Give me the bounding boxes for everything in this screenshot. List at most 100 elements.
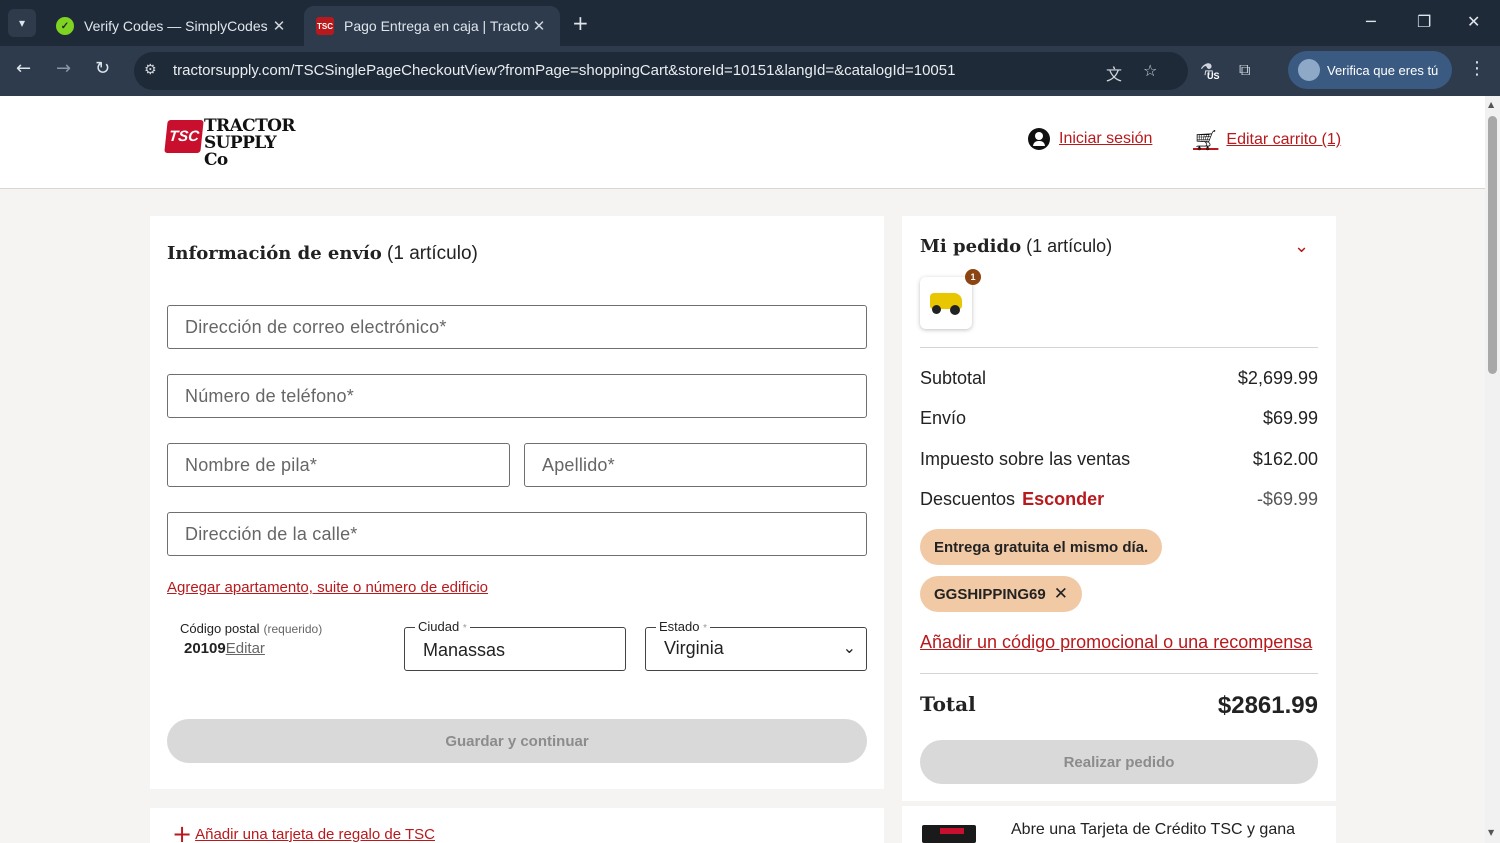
- street-address-input[interactable]: [168, 513, 866, 555]
- address-bar[interactable]: ⚙ tractorsupply.com/TSCSinglePageCheckou…: [134, 52, 1188, 90]
- total-value: $2861.99: [1217, 692, 1318, 719]
- tax-row: Impuesto sobre las ventas $162.00: [920, 449, 1318, 470]
- zip-code-value: 20109Editar: [184, 640, 265, 657]
- city-label: Ciudad *: [415, 619, 470, 634]
- new-tab-plus-icon[interactable]: +: [572, 11, 589, 35]
- edit-cart-link[interactable]: 🛒︎ Editar carrito (1): [1193, 128, 1341, 152]
- url-text: tractorsupply.com/TSCSinglePageCheckoutV…: [173, 62, 956, 79]
- gift-card-label: Añadir una tarjeta de regalo de TSC: [195, 826, 435, 843]
- state-value: Virginia: [664, 638, 724, 658]
- logo-wordmark: TRACTOR SUPPLY Co: [204, 118, 298, 169]
- plus-icon: +: [172, 820, 193, 843]
- tax-value: $162.00: [1252, 449, 1318, 469]
- add-gift-card-link[interactable]: + Añadir una tarjeta de regalo de TSC: [172, 820, 435, 843]
- puzzle-extensions-icon[interactable]: ⧉: [1239, 60, 1250, 80]
- email-field: [167, 305, 867, 349]
- state-select[interactable]: Estado * Virginia ⌄: [645, 619, 867, 671]
- shipping-title-text: Información de envío: [167, 243, 382, 264]
- browser-menu-icon[interactable]: ⋮: [1468, 58, 1486, 79]
- first-name-input[interactable]: [168, 444, 509, 486]
- forward-arrow-icon[interactable]: →: [56, 58, 71, 79]
- subtotal-label: Subtotal: [920, 368, 987, 388]
- promo-code-chip: GGSHIPPING69 ✕: [920, 576, 1082, 612]
- shopping-cart-icon: 🛒︎: [1193, 128, 1219, 152]
- product-thumbnail[interactable]: [920, 277, 972, 329]
- tab-tractor-supply[interactable]: TSC Pago Entrega en caja | Tractor S ✕: [304, 6, 560, 46]
- subtotal-value: $2,699.99: [1237, 368, 1318, 388]
- minimize-icon[interactable]: ─: [1366, 12, 1376, 31]
- scrollbar-thumb[interactable]: [1488, 116, 1497, 374]
- chevron-down-icon: ⌄: [842, 638, 856, 657]
- shipping-panel: [150, 216, 884, 789]
- scroll-up-arrow-icon[interactable]: ▲: [1488, 100, 1494, 109]
- discounts-label: Descuentos: [920, 489, 1016, 509]
- place-order-button[interactable]: Realizar pedido: [920, 740, 1318, 784]
- state-label-text: Estado: [659, 619, 700, 634]
- add-promo-code-link[interactable]: Añadir un código promocional o una recom…: [920, 632, 1312, 653]
- city-field[interactable]: Ciudad * Manassas: [404, 619, 626, 671]
- zip-label-text: Código postal: [180, 621, 260, 636]
- tab-simplycodes[interactable]: ✓ Verify Codes — SimplyCodes ✕: [44, 6, 300, 46]
- credit-card-promo-text: Abre una Tarjeta de Crédito TSC y gana: [1011, 821, 1296, 838]
- tsc-icon: TSC: [316, 17, 334, 35]
- tsc-credit-card-image: [922, 825, 976, 843]
- email-input[interactable]: [168, 306, 866, 348]
- riding-mower-image: [930, 293, 962, 315]
- close-icon[interactable]: ✕: [530, 17, 548, 35]
- shipping-cost-value: $69.99: [1262, 408, 1318, 428]
- zip-value-text: 20109: [184, 640, 226, 657]
- collapse-chevron-icon[interactable]: ⌄: [1294, 236, 1309, 257]
- free-delivery-badge: Entrega gratuita el mismo día.: [920, 529, 1163, 565]
- phone-input[interactable]: [168, 375, 866, 417]
- reload-icon[interactable]: ↻: [95, 58, 110, 79]
- window-close-icon[interactable]: ✕: [1467, 12, 1480, 31]
- shipping-title: Información de envío (1 artículo): [167, 243, 478, 265]
- discounts-label-group: Descuentos Esconder: [920, 489, 1104, 510]
- close-icon[interactable]: ✕: [270, 17, 288, 35]
- profile-button[interactable]: Verifica que eres tú: [1288, 51, 1452, 89]
- browser-toolbar: ← → ↻ ⚙ tractorsupply.com/TSCSinglePageC…: [0, 46, 1500, 96]
- restore-icon[interactable]: ❐: [1417, 12, 1431, 31]
- bookmark-star-icon[interactable]: ☆: [1143, 61, 1157, 80]
- order-title-text: Mi pedido: [920, 236, 1022, 257]
- tractor-supply-logo[interactable]: TSC TRACTOR SUPPLY Co: [164, 118, 298, 169]
- subtotal-row: Subtotal $2,699.99: [920, 368, 1318, 389]
- remove-promo-close-icon[interactable]: ✕: [1054, 584, 1068, 604]
- tab-search-chevron-icon[interactable]: ▾: [8, 9, 36, 37]
- add-apartment-link[interactable]: Agregar apartamento, suite o número de e…: [167, 579, 488, 596]
- simplycodes-icon: ✓: [56, 17, 74, 35]
- avatar: [1298, 59, 1320, 81]
- zip-code-label: Código postal (requerido): [180, 621, 322, 636]
- state-label: Estado *: [656, 619, 711, 634]
- quantity-badge: 1: [965, 269, 981, 285]
- extension-badge: US: [1207, 71, 1220, 81]
- save-continue-button[interactable]: Guardar y continuar: [167, 719, 867, 763]
- edit-cart-label: Editar carrito (1): [1226, 131, 1342, 148]
- tax-label: Impuesto sobre las ventas: [920, 449, 1131, 469]
- discounts-value: -$69.99: [1256, 489, 1318, 509]
- logo-line-2: SUPPLY Co: [204, 133, 277, 170]
- phone-field: [167, 374, 867, 418]
- back-arrow-icon[interactable]: ←: [16, 58, 31, 79]
- translate-icon[interactable]: 文: [1106, 61, 1122, 85]
- tab-title: Pago Entrega en caja | Tractor S: [344, 18, 530, 34]
- zip-edit-link[interactable]: Editar: [226, 640, 265, 657]
- browser-tabstrip: ▾ ✓ Verify Codes — SimplyCodes ✕ TSC Pag…: [0, 0, 1500, 46]
- shipping-cost-label: Envío: [920, 408, 967, 428]
- signin-label: Iniciar sesión: [1059, 130, 1153, 147]
- promo-code-text: GGSHIPPING69: [934, 585, 1046, 603]
- required-mark: *: [703, 623, 708, 634]
- street-address-field: [167, 512, 867, 556]
- first-name-field: [167, 443, 510, 487]
- tab-title: Verify Codes — SimplyCodes: [84, 18, 268, 34]
- account-circle-icon: [1028, 128, 1050, 150]
- signin-link[interactable]: Iniciar sesión: [1028, 128, 1152, 150]
- scroll-down-arrow-icon[interactable]: ▼: [1488, 828, 1494, 837]
- site-settings-icon[interactable]: ⚙: [144, 62, 157, 78]
- order-title: Mi pedido (1 artículo): [920, 236, 1112, 257]
- last-name-input[interactable]: [525, 444, 866, 486]
- hide-discounts-link[interactable]: Esconder: [1022, 489, 1104, 509]
- shipping-cost-row: Envío $69.99: [920, 408, 1318, 429]
- zip-required-text: (requerido): [263, 622, 323, 636]
- city-label-text: Ciudad: [418, 619, 460, 634]
